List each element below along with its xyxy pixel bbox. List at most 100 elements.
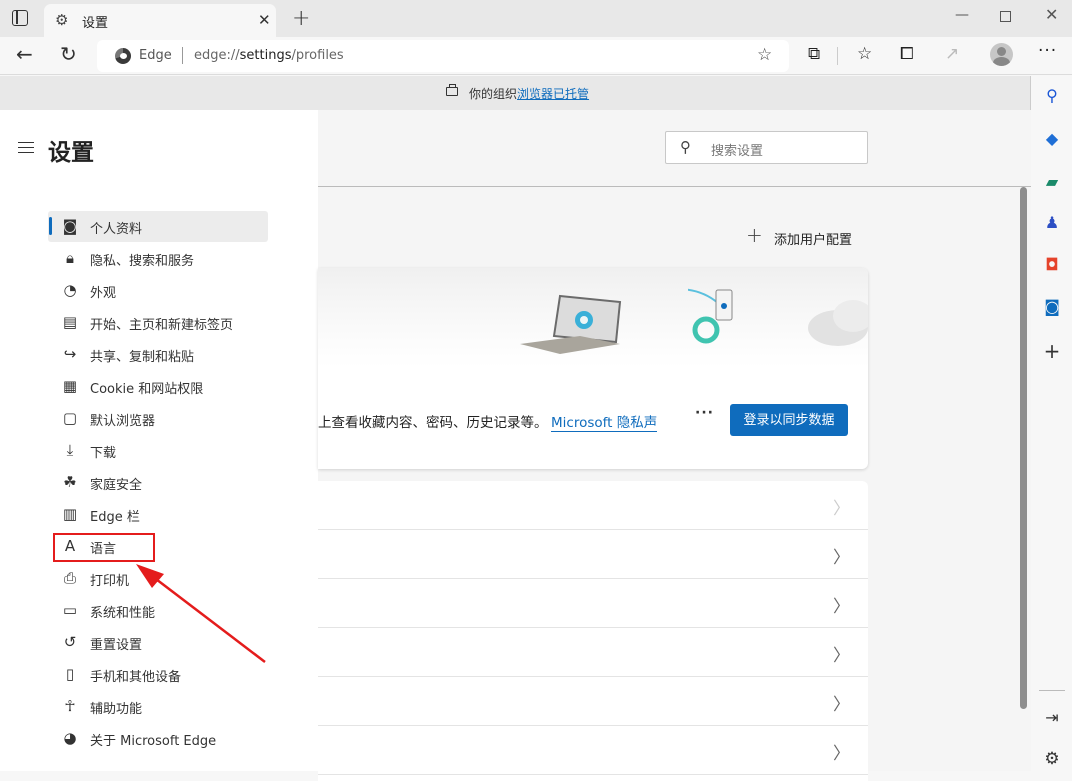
close-tab-icon[interactable]: ✕ xyxy=(258,11,271,29)
annotation-highlight xyxy=(53,533,155,562)
tab-strip: ⚙ 设置 ✕ + — ✕ xyxy=(0,0,1072,37)
settings-main: ⚲ 搜索设置 + 添加用户配置 上查看收藏内容、密码、历史记录等。 Micros… xyxy=(318,110,1031,781)
managed-banner: 你的组织浏览器已托管 xyxy=(0,76,1031,110)
chevron-right-icon: 〉 xyxy=(833,646,850,666)
outlook-icon[interactable]: ◙ xyxy=(1042,297,1062,317)
sidebar-item-default-browser[interactable]: ▢ 默认浏览器 xyxy=(48,403,268,434)
scrollbar-thumb[interactable] xyxy=(1020,187,1027,709)
sidebar-item-start-home[interactable]: ▤ 开始、主页和新建标签页 xyxy=(48,307,268,338)
add-favorite-icon[interactable]: ☆ xyxy=(757,45,772,65)
add-icon[interactable]: + xyxy=(1042,341,1062,361)
refresh-button[interactable]: ↻ xyxy=(60,42,77,66)
tools-icon[interactable]: ▰ xyxy=(1042,172,1062,192)
scrollbar[interactable] xyxy=(1018,187,1028,771)
url-text[interactable]: edge://settings/profiles xyxy=(194,48,344,63)
sidebar-item-about[interactable]: ◕ 关于 Microsoft Edge xyxy=(48,723,268,754)
laptop-illustration xyxy=(520,294,622,354)
address-separator xyxy=(182,47,183,64)
sync-illustration xyxy=(318,268,868,368)
edge-logo-icon xyxy=(115,48,131,64)
games-icon[interactable]: ♟ xyxy=(1042,213,1062,233)
more-icon[interactable]: ··· xyxy=(1038,41,1057,61)
list-item[interactable]: 〉 xyxy=(318,677,868,726)
sidebar-item-accessibility[interactable]: ☥ 辅助功能 xyxy=(48,691,268,722)
phone-icon: ▯ xyxy=(65,665,75,683)
add-profile-label: 添加用户配置 xyxy=(774,233,853,248)
extensions-icon[interactable]: ⧉ xyxy=(808,44,820,64)
sidebar-item-label: 共享、复制和粘贴 xyxy=(90,350,195,365)
sidebar-item-label: 打印机 xyxy=(90,574,130,589)
page-title: 设置 xyxy=(48,140,94,166)
favorites-icon[interactable]: ☆ xyxy=(857,44,872,64)
hide-sidebar-icon[interactable]: ⇥ xyxy=(1042,708,1062,728)
edge-sidebar: ⚲ ◆ ▰ ♟ ◘ ◙ + ⇥ ⚙ xyxy=(1031,76,1072,771)
gear-icon: ⚙ xyxy=(55,11,69,29)
managed-link[interactable]: 浏览器已托管 xyxy=(517,87,589,101)
new-tab-button[interactable]: + xyxy=(292,6,310,31)
search-input[interactable]: ⚲ 搜索设置 xyxy=(665,131,868,164)
sidebar-item-label: Edge 栏 xyxy=(90,510,140,525)
share-icon[interactable]: ↗ xyxy=(945,44,959,64)
profile-avatar[interactable] xyxy=(990,43,1013,66)
chevron-right-icon: 〉 xyxy=(833,597,850,617)
sidebar-item-label: 外观 xyxy=(90,286,117,301)
sidebar-item-appearance[interactable]: ◔ 外观 xyxy=(48,275,268,306)
header-divider xyxy=(318,186,1031,187)
address-bar[interactable]: Edge edge://settings/profiles ☆ xyxy=(97,40,789,72)
sidebar-item-label: 辅助功能 xyxy=(90,702,143,717)
briefcase-icon xyxy=(446,84,458,96)
tab-settings[interactable]: ⚙ 设置 ✕ xyxy=(44,4,276,37)
more-options-icon[interactable]: ··· xyxy=(695,405,714,421)
list-item[interactable]: 〉 xyxy=(318,726,868,775)
settings-sidebar: 设置 ◙ 个人资料 🔒︎ 隐私、搜索和服务 ◔ 外观 ▤ 开始、主页和新建标签页… xyxy=(0,110,318,771)
profile-icon: ◙ xyxy=(62,217,78,235)
list-item[interactable]: 〉 xyxy=(318,481,868,530)
sidebar-item-share-copy-paste[interactable]: ↪ 共享、复制和粘贴 xyxy=(48,339,268,370)
sidebar-item-label: 关于 Microsoft Edge xyxy=(90,734,217,749)
banner-label: 你的组织 xyxy=(469,87,518,101)
url-path: /profiles xyxy=(291,48,344,63)
sidebar-item-cookies[interactable]: ▦ Cookie 和网站权限 xyxy=(48,371,268,402)
sidebar-item-family[interactable]: ☘ 家庭安全 xyxy=(48,467,268,498)
back-button[interactable]: ← xyxy=(16,42,33,66)
lock-icon: 🔒︎ xyxy=(66,249,74,267)
download-icon: ⤓ xyxy=(66,441,74,459)
sidebar-divider xyxy=(1039,690,1065,691)
office-icon[interactable]: ◘ xyxy=(1042,255,1062,275)
shopping-tag-icon[interactable]: ◆ xyxy=(1042,129,1062,149)
close-window-button[interactable]: ✕ xyxy=(1045,5,1058,24)
family-icon: ☘ xyxy=(63,473,77,491)
url-host: settings xyxy=(239,48,292,63)
sidebar-item-label: 下载 xyxy=(90,446,117,461)
chevron-right-icon: 〉 xyxy=(833,548,850,568)
tab-actions-icon[interactable] xyxy=(12,10,28,26)
palette-icon: ◔ xyxy=(63,281,77,299)
cookie-permissions-icon: ▦ xyxy=(62,377,78,395)
maximize-button[interactable] xyxy=(1000,11,1011,22)
list-item[interactable]: 〉 xyxy=(318,530,868,579)
sidebar-item-label: 隐私、搜索和服务 xyxy=(90,254,195,269)
menu-icon[interactable] xyxy=(18,142,34,153)
search-icon[interactable]: ⚲ xyxy=(1042,86,1062,106)
sidebar-item-privacy[interactable]: 🔒︎ 隐私、搜索和服务 xyxy=(48,243,268,274)
annotation-arrow xyxy=(136,564,266,663)
sidebar-item-downloads[interactable]: ⤓ 下载 xyxy=(48,435,268,466)
list-item[interactable]: 〉 xyxy=(318,579,868,628)
sign-in-sync-button[interactable]: 登录以同步数据 xyxy=(730,404,848,436)
search-icon: ⚲ xyxy=(680,138,691,156)
profile-settings-list: 〉 〉 〉 〉 〉 〉 xyxy=(318,481,868,781)
url-prefix: edge:// xyxy=(194,48,240,63)
sidebar-item-edge-bar[interactable]: ▥ Edge 栏 xyxy=(48,499,268,530)
cloud-illustration xyxy=(808,300,868,346)
sidebar-item-profiles[interactable]: ◙ 个人资料 xyxy=(48,211,268,242)
collections-icon[interactable]: ⧠ xyxy=(900,44,914,64)
laptop-icon: ▭ xyxy=(62,601,78,619)
list-item[interactable]: 〉 xyxy=(318,628,868,677)
navigation-bar: ← ↻ Edge edge://settings/profiles ☆ ⧉ ☆ … xyxy=(0,37,1072,75)
accessibility-icon: ☥ xyxy=(64,697,76,715)
sidebar-item-label: 家庭安全 xyxy=(90,478,143,493)
minimize-button[interactable]: — xyxy=(955,7,969,23)
privacy-link[interactable]: Microsoft 隐私声 xyxy=(551,411,658,432)
sidebar-item-label: 个人资料 xyxy=(90,222,143,237)
settings-icon[interactable]: ⚙ xyxy=(1042,749,1062,769)
